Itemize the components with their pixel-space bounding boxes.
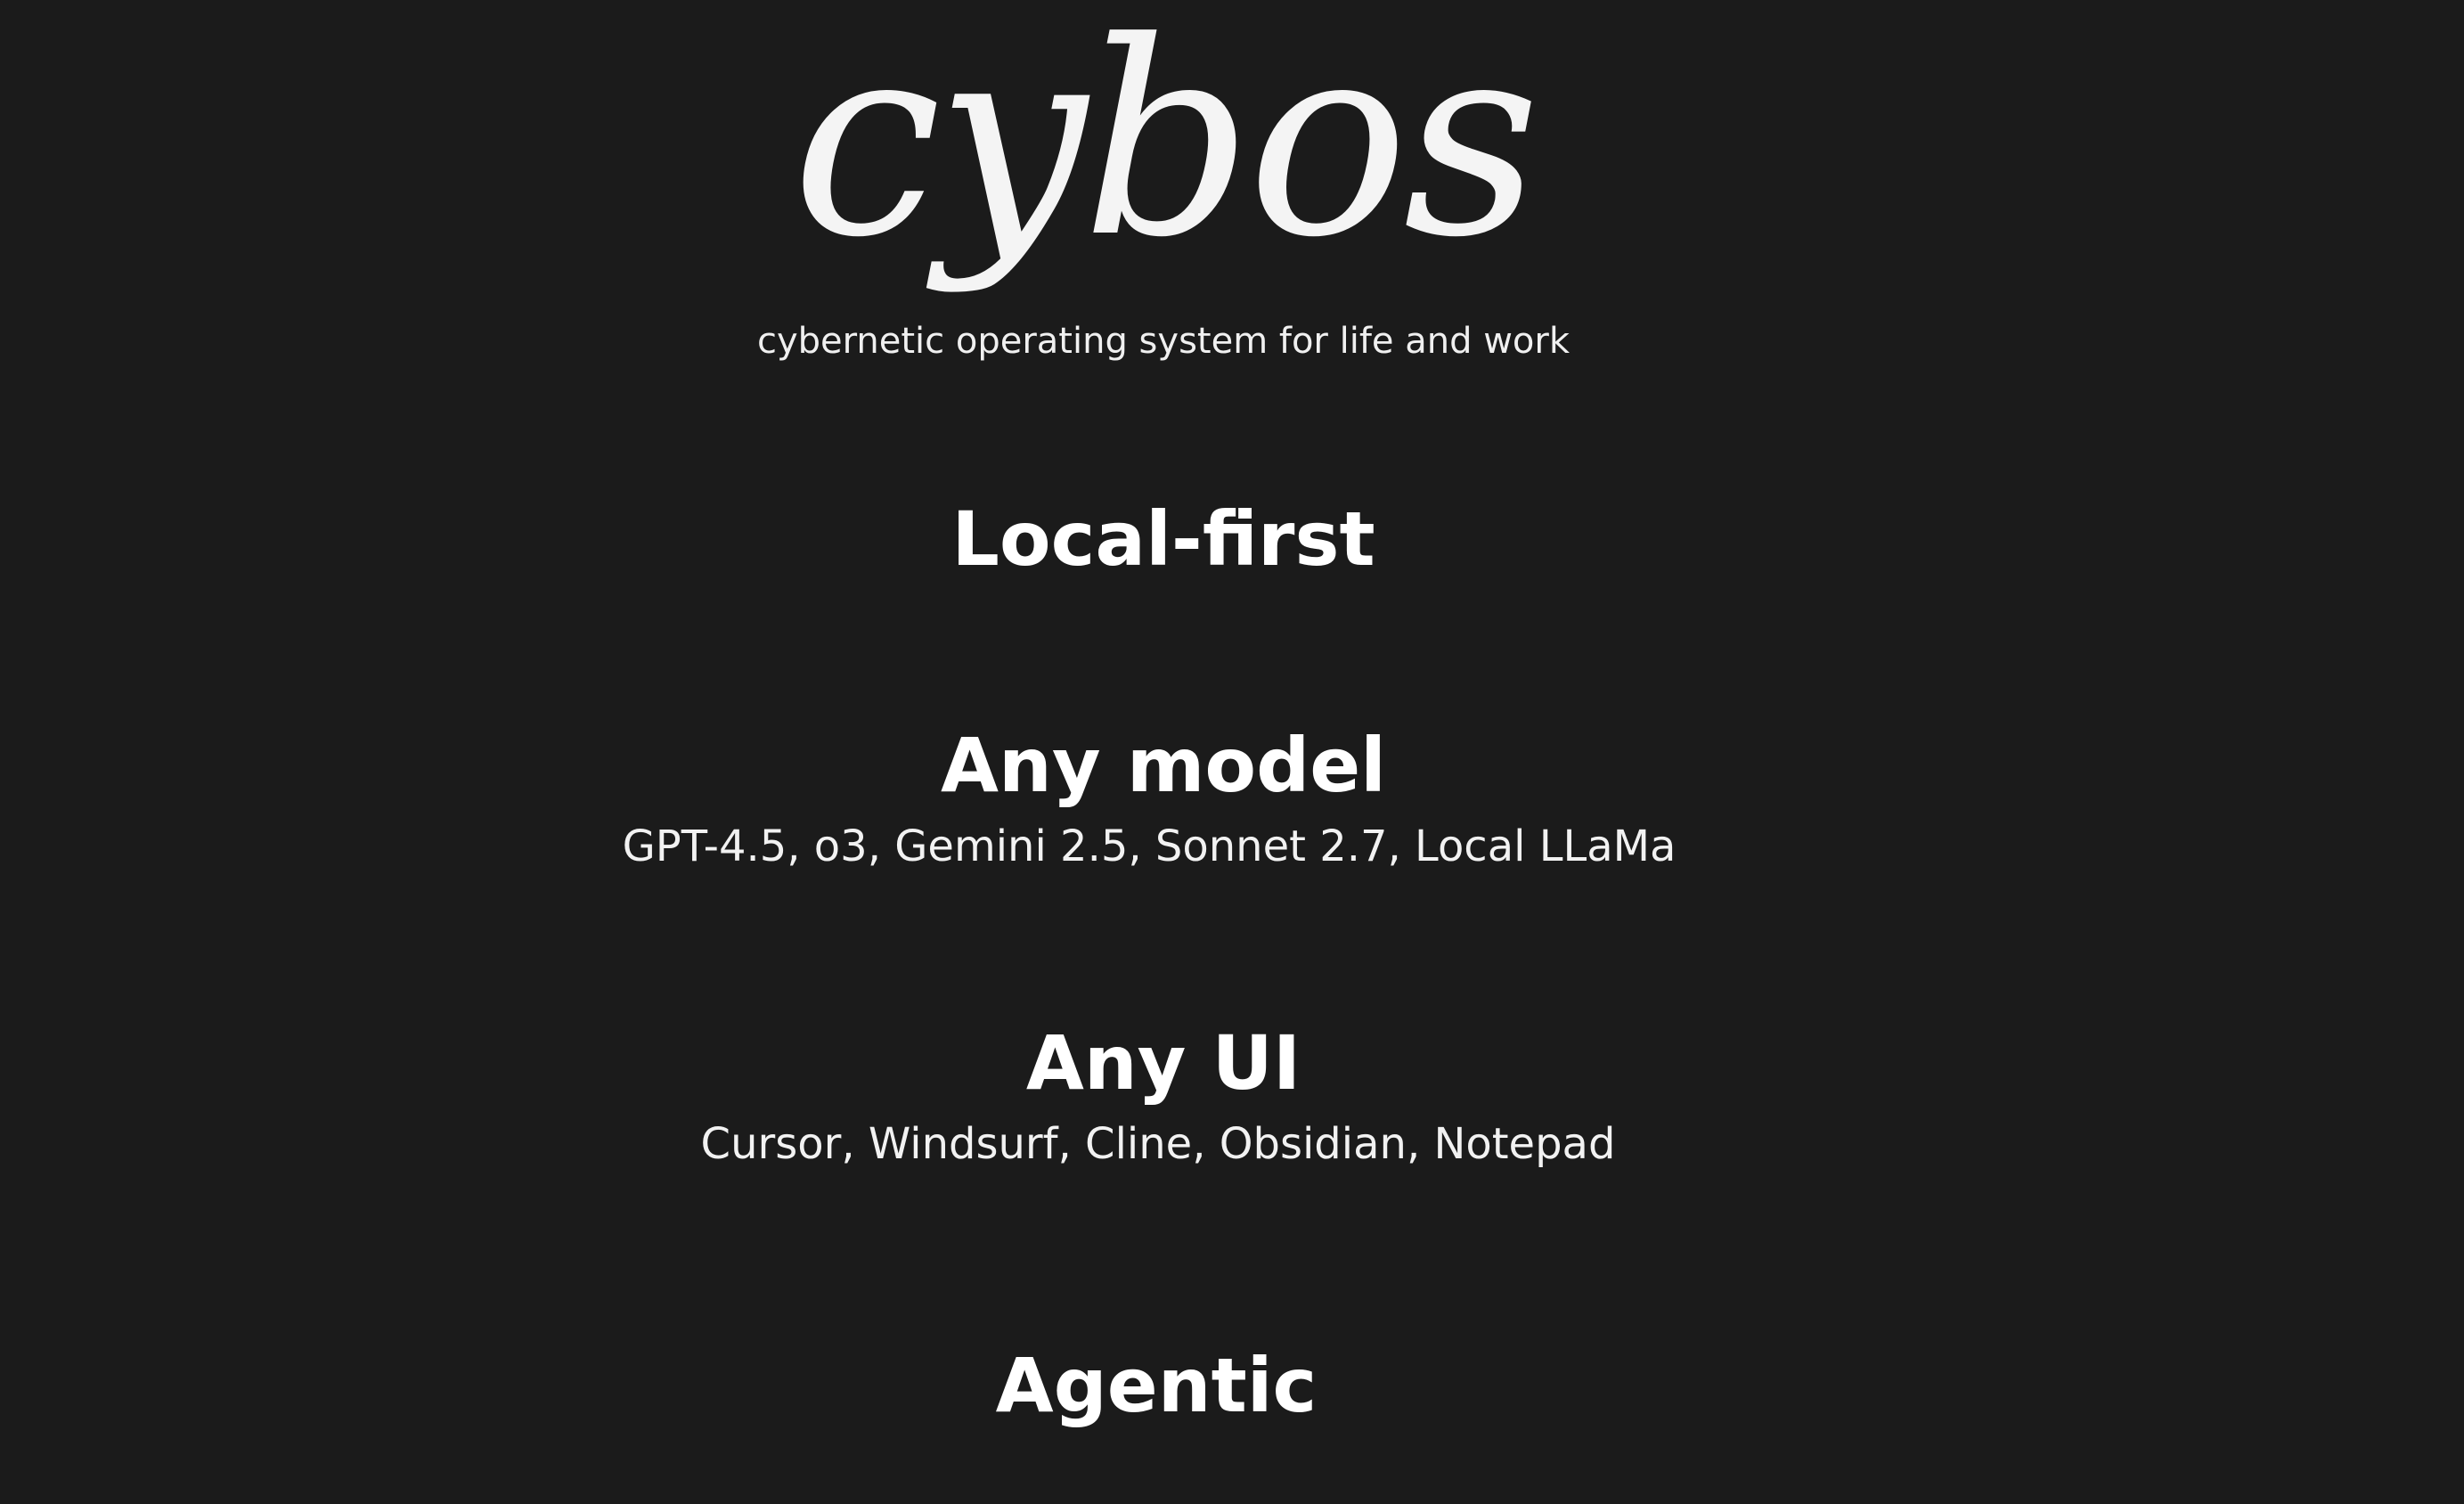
section-title-local-first: Local-first bbox=[951, 495, 1375, 583]
tagline: cybernetic operating system for life and… bbox=[757, 321, 1570, 362]
section-title-agentic: Agentic bbox=[995, 1342, 1318, 1429]
cybos-logo: cybos bbox=[791, 0, 1540, 296]
section-subtitle-any-ui: Cursor, Windsurf, Cline, Obsidian, Notep… bbox=[700, 1119, 1616, 1169]
section-title-any-model: Any model bbox=[941, 722, 1386, 809]
landing-page: cybos cybernetic operating system for li… bbox=[0, 0, 2464, 1504]
section-subtitle-any-model: GPT-4.5, o3, Gemini 2.5, Sonnet 2.7, Loc… bbox=[622, 821, 1677, 871]
section-title-any-ui: Any UI bbox=[1025, 1019, 1301, 1107]
